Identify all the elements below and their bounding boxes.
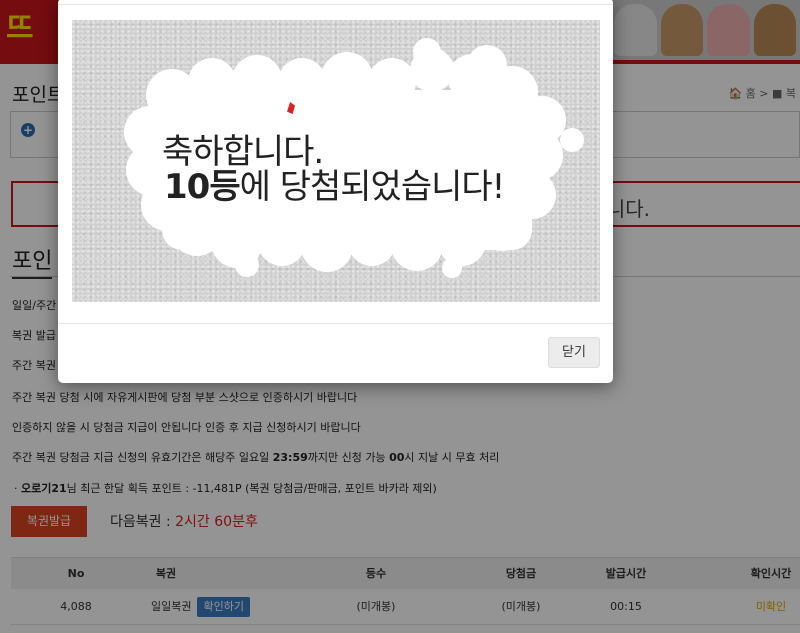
prize-rank: 10등 [164, 167, 241, 207]
modal-header-divider [58, 4, 613, 5]
modal-footer-divider [58, 323, 613, 324]
prize-message-line2: 10등에 당첨되었습니다! [164, 159, 506, 208]
scratch-card[interactable]: 축하합니다. 10등에 당첨되었습니다! [72, 20, 600, 302]
close-button[interactable]: 닫기 [548, 337, 600, 368]
prize-message-rest: 에 당첨되었습니다! [239, 167, 506, 207]
prize-modal: 축하합니다. 10등에 당첨되었습니다! 닫기 [58, 0, 613, 383]
